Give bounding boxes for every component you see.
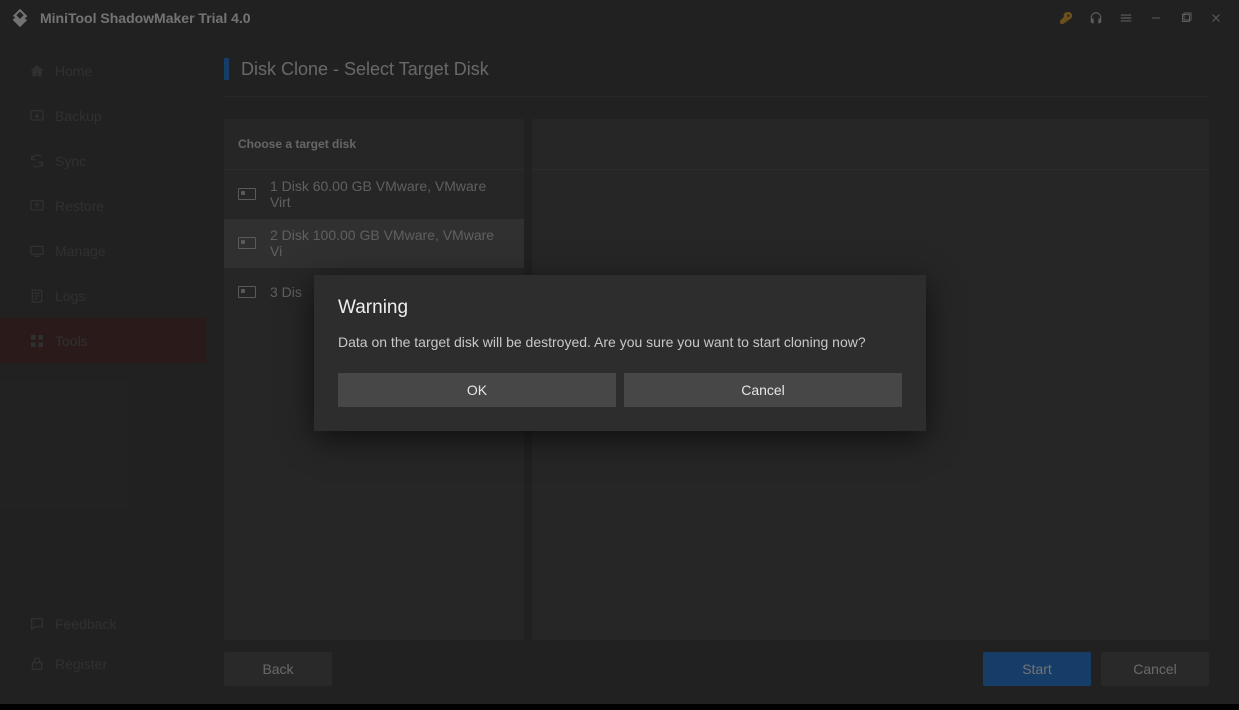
dialog-cancel-button[interactable]: Cancel bbox=[624, 373, 902, 407]
app-window: MiniTool ShadowMaker Trial 4.0 Home bbox=[0, 0, 1239, 704]
dialog-ok-button[interactable]: OK bbox=[338, 373, 616, 407]
dialog-message: Data on the target disk will be destroye… bbox=[338, 333, 902, 353]
dialog-title: Warning bbox=[338, 297, 902, 319]
warning-dialog: Warning Data on the target disk will be … bbox=[314, 275, 926, 431]
